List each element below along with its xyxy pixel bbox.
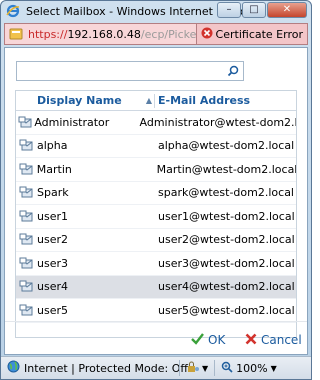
table-row[interactable]: Martin Martin@wtest-dom2.local [16, 158, 296, 182]
display-name-cell: user5 [37, 303, 68, 317]
email-cell: user1@wtest-dom2.local [158, 209, 295, 223]
email-cell: alpha@wtest-dom2.local [158, 139, 295, 153]
mailbox-icon [16, 139, 36, 152]
email-cell: Administrator@wtest-dom2.local [139, 115, 296, 129]
close-button[interactable]: ✕ [267, 2, 307, 18]
column-header-display-name[interactable]: Display Name ▲ [36, 94, 154, 107]
globe-icon [7, 360, 20, 376]
ok-button[interactable]: OK [191, 331, 225, 349]
email-cell: Martin@wtest-dom2.local [156, 162, 296, 176]
column-divider[interactable] [154, 93, 155, 108]
search-box [16, 61, 244, 81]
search-icon[interactable] [223, 62, 243, 80]
search-input[interactable] [17, 62, 217, 80]
display-name-cell: user2 [37, 233, 68, 247]
mailbox-icon [16, 210, 36, 223]
protected-mode-control[interactable]: ▼ [180, 361, 214, 376]
mailbox-icon [16, 186, 36, 199]
display-name-cell: user1 [37, 209, 68, 223]
title-bar: Select Mailbox - Windows Internet Explor… [1, 1, 311, 21]
cancel-label: Cancel [261, 333, 302, 347]
email-cell: spark@wtest-dom2.local [158, 186, 294, 200]
address-bar[interactable]: https://192.168.0.48/ecp/Pickers/EsoPic … [4, 23, 308, 45]
table-row[interactable]: user2 user2@wtest-dom2.local [16, 229, 296, 252]
zoom-level: 100% [236, 361, 268, 375]
url-scheme: https:// [28, 27, 68, 41]
mailbox-icon [16, 280, 36, 293]
window-controls: – □ ✕ [217, 2, 307, 18]
certificate-error-button[interactable]: Certificate Error [195, 24, 307, 44]
table-row[interactable]: user1 user1@wtest-dom2.local [16, 205, 296, 229]
grid-header: Display Name ▲ E-Mail Address [16, 91, 296, 111]
mailbox-icon [16, 257, 36, 270]
mailbox-icon [16, 163, 36, 176]
grid-body: Administrator Administrator@wtest-dom2.lo… [16, 111, 296, 323]
column-header-email[interactable]: E-Mail Address [158, 94, 250, 107]
display-name-cell: alpha [37, 139, 68, 153]
maximize-button[interactable]: □ [242, 2, 266, 18]
email-cell: user2@wtest-dom2.local [158, 233, 295, 247]
cert-error-icon [201, 27, 213, 42]
mailbox-grid: Display Name ▲ E-Mail Address Administra… [15, 90, 297, 338]
internet-explorer-icon [6, 4, 20, 18]
zoom-magnifier-icon [221, 361, 233, 376]
url-path: /ecp/Pickers/EsoPic [140, 27, 196, 41]
table-row[interactable]: Administrator Administrator@wtest-dom2.lo… [16, 111, 296, 135]
ie-window: Select Mailbox - Windows Internet Explor… [0, 0, 312, 380]
mailbox-icon [16, 116, 33, 129]
cert-error-label: Certificate Error [215, 27, 303, 41]
status-bar: Internet | Protected Mode: Off ▼ 100% ▼ [1, 356, 311, 379]
table-row[interactable]: user4 user4@wtest-dom2.local [16, 275, 296, 299]
lock-settings-icon [186, 361, 200, 376]
ok-label: OK [208, 333, 226, 347]
table-row[interactable]: Spark spark@wtest-dom2.local [16, 182, 296, 205]
table-row[interactable]: user3 user3@wtest-dom2.local [16, 252, 296, 276]
url-text[interactable]: https://192.168.0.48/ecp/Pickers/EsoPic [28, 28, 196, 41]
column-header-display-name-label: Display Name [37, 94, 122, 107]
table-row[interactable]: user5 user5@wtest-dom2.local [16, 299, 296, 323]
picker-panel: Display Name ▲ E-Mail Address Administra… [4, 47, 308, 355]
minimize-button[interactable]: – [217, 2, 241, 18]
dropdown-arrow-icon: ▼ [270, 363, 277, 373]
page-icon [8, 26, 24, 42]
email-cell: user5@wtest-dom2.local [158, 303, 295, 317]
url-host: 192.168.0.48 [67, 27, 141, 41]
cancel-x-icon [245, 333, 257, 348]
mailbox-icon [16, 233, 36, 246]
dropdown-arrow-icon: ▼ [202, 363, 209, 373]
checkmark-icon [191, 332, 204, 348]
display-name-cell: user3 [37, 256, 68, 270]
email-cell: user4@wtest-dom2.local [158, 280, 295, 294]
cancel-button[interactable]: Cancel [245, 331, 302, 349]
email-cell: user3@wtest-dom2.local [158, 256, 295, 270]
security-zone[interactable]: Internet | Protected Mode: Off [1, 360, 188, 376]
sort-ascending-icon: ▲ [145, 96, 152, 105]
table-row[interactable]: alpha alpha@wtest-dom2.local [16, 135, 296, 158]
display-name-cell: Martin [36, 162, 72, 176]
security-zone-label: Internet | Protected Mode: Off [24, 361, 188, 375]
button-divider [5, 321, 307, 322]
mailbox-icon [16, 304, 36, 317]
display-name-cell: user4 [37, 280, 68, 294]
display-name-cell: Administrator [34, 115, 110, 129]
display-name-cell: Spark [37, 186, 69, 200]
zoom-control[interactable]: 100% ▼ [215, 361, 283, 376]
